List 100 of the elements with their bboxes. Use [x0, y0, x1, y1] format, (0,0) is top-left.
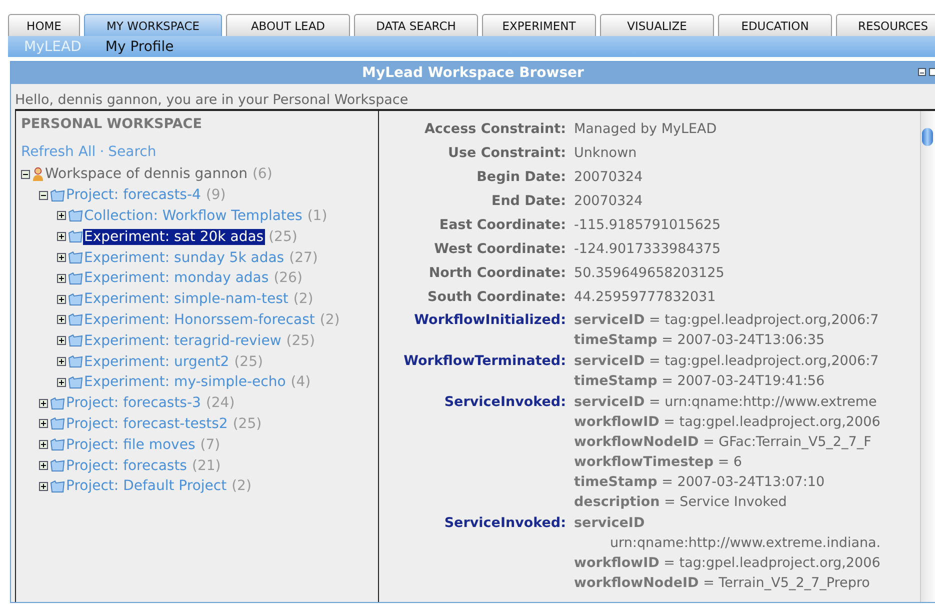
event-field: workflowTimestep = 6: [574, 452, 880, 472]
item-count: (24): [206, 395, 235, 412]
field-label: North Coordinate:: [428, 265, 567, 281]
event-field: workflowNodeID = GFac:Terrain_V5_2_7_F: [574, 432, 880, 452]
expand-icon[interactable]: [57, 378, 66, 387]
expand-icon[interactable]: [57, 211, 66, 220]
tree-item[interactable]: Experiment: sunday 5k adas: [83, 250, 286, 266]
event-field: timeStamp = 2007-03-24T13:07:10: [574, 472, 880, 492]
expand-icon[interactable]: [57, 274, 66, 283]
item-count: (1): [307, 208, 328, 224]
event-field: timeStamp = 2007-03-24T13:06:35: [574, 330, 879, 350]
expand-icon[interactable]: [57, 294, 66, 304]
tree-item[interactable]: Experiment: my-simple-echo: [83, 374, 287, 390]
expand-icon[interactable]: [57, 336, 66, 346]
tree-item[interactable]: Experiment: Honorssem-forecast: [83, 312, 316, 328]
nav-tab[interactable]: HOME: [8, 14, 80, 36]
nav-tab[interactable]: RESOURCES: [836, 14, 935, 36]
folder-icon: [50, 459, 65, 472]
field-value: 44.25959777832031: [574, 289, 716, 305]
item-count: (21): [192, 458, 221, 474]
action-link[interactable]: Search: [108, 144, 156, 160]
item-count: (6): [252, 166, 272, 182]
nav-tab[interactable]: EDUCATION: [718, 14, 832, 36]
folder-icon: [68, 292, 83, 306]
tree-item[interactable]: Project: file moves: [65, 436, 196, 453]
maximize-icon[interactable]: [929, 68, 935, 76]
tree-item[interactable]: Experiment: sat 20k adas: [83, 228, 265, 245]
nav-tab[interactable]: VISUALIZE: [600, 14, 714, 36]
folder-icon: [68, 355, 83, 368]
folder-icon: [68, 376, 83, 389]
minimize-icon[interactable]: [918, 68, 926, 76]
item-count: (25): [232, 416, 262, 432]
scroll-thumb[interactable]: [922, 128, 933, 146]
window-title: MyLead Workspace Browser: [361, 65, 585, 81]
event-field: description = Service Invoked: [574, 492, 880, 512]
field-label: Begin Date:: [476, 169, 567, 185]
collapse-icon[interactable]: [21, 170, 30, 179]
expand-icon[interactable]: [39, 461, 48, 470]
user-icon: [32, 166, 44, 182]
separator-dot: ·: [100, 144, 104, 160]
tree-item[interactable]: Experiment: teragrid-review: [83, 332, 282, 349]
tree-item[interactable]: Collection: Workflow Templates: [83, 208, 304, 224]
tree-item[interactable]: Project: forecast-tests2: [65, 416, 229, 432]
expand-icon[interactable]: [39, 398, 48, 408]
subnav-link[interactable]: My Profile: [105, 38, 174, 54]
field-label: West Coordinate:: [433, 241, 567, 257]
nav-tab[interactable]: DATA SEARCH: [354, 14, 478, 36]
subnav-link[interactable]: MyLEAD: [24, 38, 82, 54]
event-field: workflowNodeID = Terrain_V5_2_7_Prepro: [574, 573, 881, 593]
event-field: serviceID = tag:gpel.leadproject.org,2006:7: [574, 351, 879, 371]
folder-icon: [50, 396, 65, 410]
greeting-text: Hello, dennis gannon, you are in your Personal Workspace: [14, 91, 410, 109]
expand-icon[interactable]: [57, 357, 66, 366]
expand-icon[interactable]: [57, 232, 66, 242]
expand-icon[interactable]: [39, 419, 48, 428]
folder-icon: [68, 230, 83, 244]
item-count: (2): [293, 291, 314, 308]
field-value: -124.9017333984375: [574, 241, 721, 257]
expand-icon[interactable]: [39, 482, 48, 491]
field-value: 20070324: [574, 193, 643, 209]
tree-item[interactable]: Project: forecasts-3: [65, 395, 202, 412]
expand-icon[interactable]: [57, 253, 66, 262]
nav-tab[interactable]: ABOUT LEAD: [226, 14, 350, 36]
field-label: Use Constraint:: [447, 145, 567, 161]
tree-item[interactable]: Workspace of dennis gannon: [44, 166, 248, 182]
field-label: East Coordinate:: [438, 217, 567, 233]
nav-tab[interactable]: EXPERIMENT: [482, 14, 596, 36]
nav-tab[interactable]: MY WORKSPACE: [84, 14, 222, 36]
item-count: (25): [268, 228, 298, 245]
folder-icon: [50, 188, 65, 202]
action-link[interactable]: Refresh All: [21, 144, 96, 160]
tree-item[interactable]: Project: Default Project: [65, 478, 228, 494]
item-count: (2): [232, 478, 252, 494]
expand-icon[interactable]: [39, 440, 48, 450]
field-label: Access Constraint:: [423, 121, 567, 137]
event-label: WorkflowInitialized:: [413, 311, 567, 330]
item-count: (4): [290, 374, 311, 390]
event-field-value: urn:qname:http://www.extreme.indiana.: [609, 534, 881, 553]
item-count: (25): [286, 332, 316, 349]
folder-icon: [68, 334, 83, 348]
field-value: -115.9185791015625: [574, 217, 721, 233]
event-label: ServiceInvoked:: [443, 514, 567, 533]
field-value: Unknown: [574, 145, 637, 161]
collapse-icon[interactable]: [39, 190, 48, 200]
event-field: workflowID = tag:gpel.leadproject.org,2006: [574, 553, 881, 573]
item-count: (2): [320, 312, 340, 328]
item-count: (9): [206, 187, 226, 204]
folder-icon: [68, 272, 83, 285]
pane-heading: PERSONAL WORKSPACE: [21, 116, 203, 134]
tree-item[interactable]: Experiment: monday adas: [83, 270, 270, 286]
tree-item[interactable]: Experiment: urgent2: [83, 354, 230, 370]
event-field: serviceID: [574, 513, 881, 533]
expand-icon[interactable]: [57, 315, 66, 324]
folder-icon: [50, 438, 65, 452]
tree-item[interactable]: Experiment: simple-nam-test: [83, 291, 290, 308]
event-label: WorkflowTerminated:: [402, 352, 567, 371]
item-count: (26): [274, 270, 302, 286]
tree-item[interactable]: Project: forecasts-4: [65, 187, 202, 204]
tree-item[interactable]: Project: forecasts: [65, 458, 188, 474]
folder-icon: [68, 313, 83, 326]
